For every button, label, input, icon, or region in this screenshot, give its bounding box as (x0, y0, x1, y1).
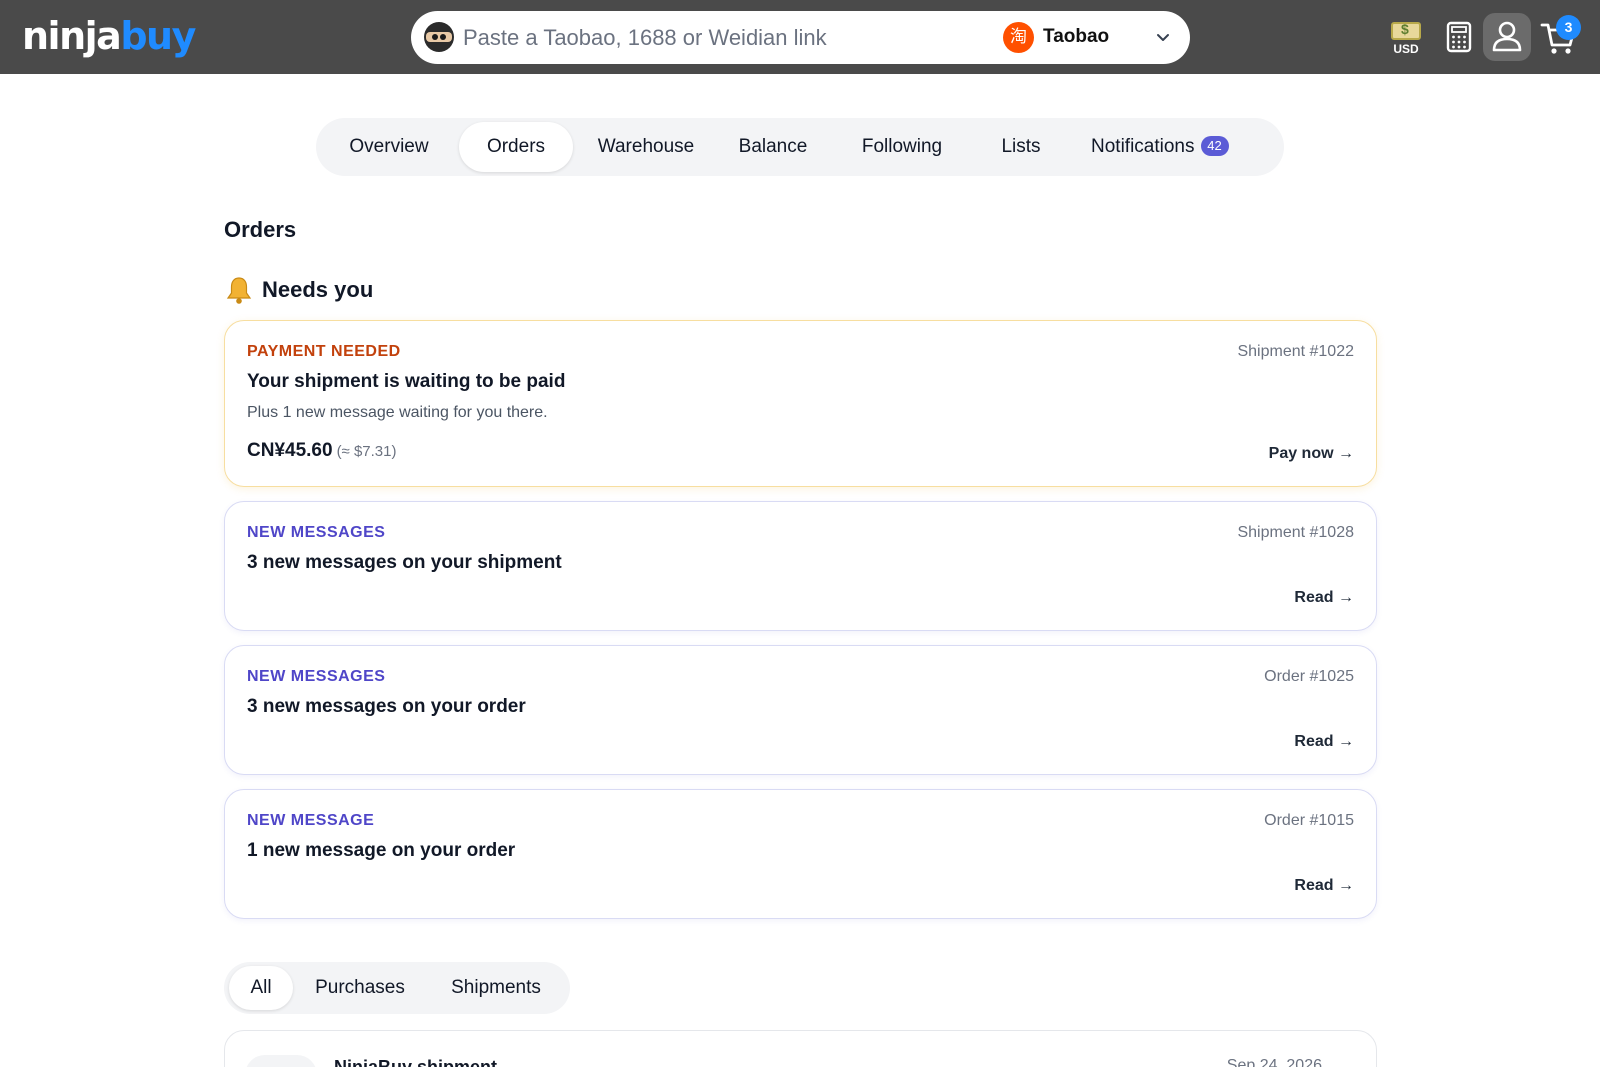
tab-notifications[interactable]: Notifications 42 (1091, 122, 1271, 172)
read-link[interactable]: Read → (1294, 589, 1354, 607)
money-bill-icon (1391, 21, 1421, 40)
logo-text-primary: ninja (22, 14, 122, 58)
notifications-count-badge: 42 (1200, 136, 1229, 156)
bell-icon (226, 277, 252, 304)
top-bar: ninjabuy 淘 Taobao USD 3 (0, 0, 1600, 74)
card-kind: NEW MESSAGES (247, 668, 386, 685)
cart-count-badge: 3 (1556, 15, 1581, 40)
card-subtext: Plus 1 new message waiting for you there… (247, 404, 548, 421)
ninja-mascot-icon (424, 22, 454, 52)
message-card: NEW MESSAGE Order #1015 1 new message on… (224, 789, 1377, 919)
card-headline: 3 new messages on your order (247, 696, 526, 717)
tab-orders[interactable]: Orders (459, 122, 573, 172)
tab-warehouse[interactable]: Warehouse (584, 122, 708, 172)
item-thumbnail (245, 1055, 317, 1067)
ninjabuy-logo[interactable]: ninjabuy (22, 14, 196, 58)
card-kind: PAYMENT NEEDED (247, 343, 401, 360)
page-title: Orders (224, 217, 297, 242)
message-card: NEW MESSAGES Shipment #1028 3 new messag… (224, 501, 1377, 631)
card-reference[interactable]: Order #1015 (1264, 812, 1354, 830)
tab-following[interactable]: Following (840, 122, 964, 172)
needs-you-label: Needs you (262, 277, 374, 302)
platform-select[interactable]: 淘 Taobao (1003, 21, 1183, 54)
filter-shipments[interactable]: Shipments (433, 966, 559, 1010)
filter-purchases[interactable]: Purchases (300, 966, 420, 1010)
card-kind: NEW MESSAGES (247, 524, 386, 541)
order-type-filter: All Purchases Shipments (224, 962, 570, 1014)
search-bar: 淘 Taobao (411, 11, 1190, 64)
pay-now-link[interactable]: Pay now → (1269, 445, 1354, 463)
logo-text-accent: buy (120, 14, 196, 58)
taobao-icon: 淘 (1003, 22, 1034, 53)
platform-label: Taobao (1043, 26, 1110, 47)
tab-notifications-label: Notifications (1091, 136, 1195, 157)
payment-needed-card: PAYMENT NEEDED Shipment #1022 Your shipm… (224, 320, 1377, 487)
card-headline: Your shipment is waiting to be paid (247, 371, 566, 392)
account-button[interactable] (1483, 13, 1531, 61)
card-price: CN¥45.60 (≈ $7.31) (247, 440, 397, 462)
user-icon (1492, 21, 1522, 52)
order-list-item[interactable]: NinjaBuy shipment Sep 24, 2026 (224, 1030, 1377, 1067)
calculator-icon[interactable] (1444, 14, 1474, 60)
card-reference[interactable]: Shipment #1022 (1237, 343, 1354, 361)
currency-selector[interactable]: USD (1388, 14, 1424, 60)
chevron-down-icon (1157, 34, 1169, 41)
read-link[interactable]: Read → (1294, 733, 1354, 751)
read-link[interactable]: Read → (1294, 877, 1354, 895)
card-kind: NEW MESSAGE (247, 812, 375, 829)
message-card: NEW MESSAGES Order #1025 3 new messages … (224, 645, 1377, 775)
search-input[interactable] (463, 23, 983, 53)
account-nav: Overview Orders Warehouse Balance Follow… (316, 118, 1284, 176)
price-approx: (≈ $7.31) (336, 443, 397, 460)
price-amount: CN¥45.60 (247, 440, 333, 461)
tab-overview[interactable]: Overview (330, 122, 448, 172)
currency-label: USD (1393, 42, 1419, 56)
tab-lists[interactable]: Lists (981, 122, 1061, 172)
card-headline: 1 new message on your order (247, 840, 516, 861)
item-date: Sep 24, 2026 (1226, 1057, 1322, 1067)
filter-all[interactable]: All (229, 966, 293, 1010)
card-reference[interactable]: Order #1025 (1264, 668, 1354, 686)
card-headline: 3 new messages on your shipment (247, 552, 562, 573)
tab-balance[interactable]: Balance (723, 122, 823, 172)
item-title: NinjaBuy shipment (334, 1057, 498, 1067)
card-reference[interactable]: Shipment #1028 (1237, 524, 1354, 542)
